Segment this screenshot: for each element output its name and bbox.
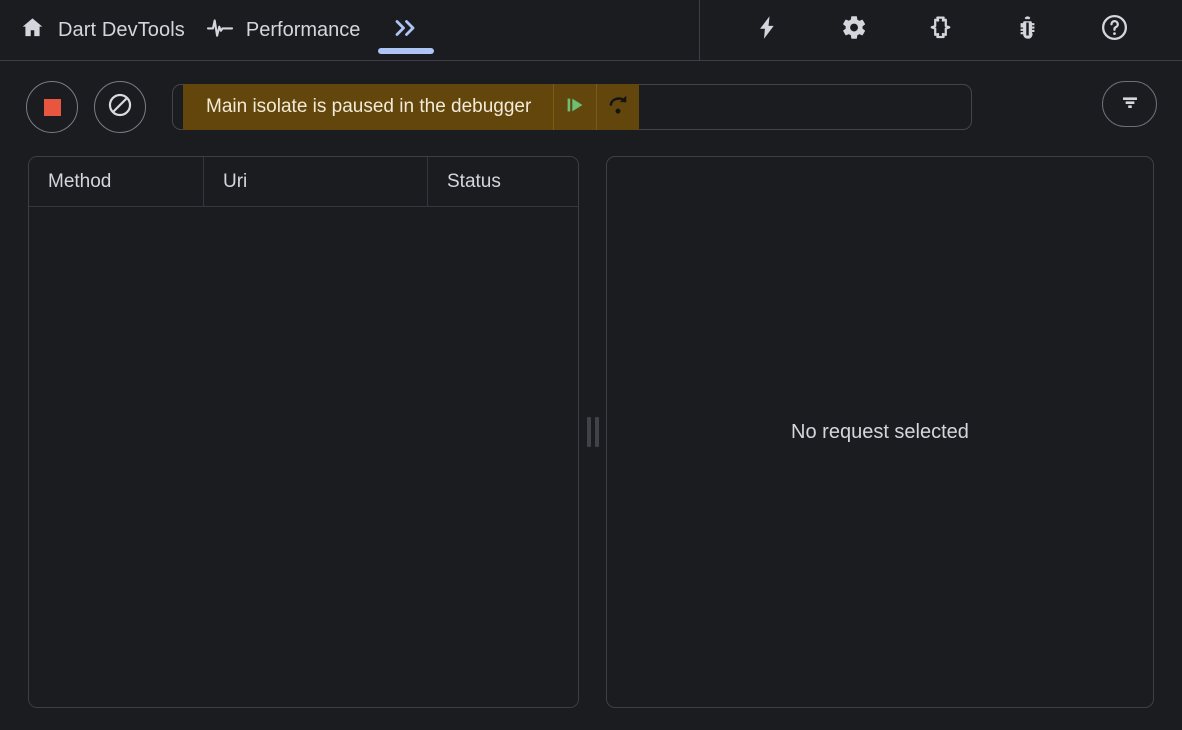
paused-banner: Main isolate is paused in the debugger bbox=[183, 84, 639, 130]
step-over-button[interactable] bbox=[597, 84, 639, 130]
requests-table-header: Method Uri Status bbox=[29, 157, 578, 207]
empty-state-message: No request selected bbox=[791, 421, 969, 444]
puzzle-piece-icon bbox=[927, 14, 954, 46]
bug-icon bbox=[1014, 14, 1041, 46]
lightning-bolt-icon bbox=[754, 14, 781, 46]
step-over-arrow-icon bbox=[605, 92, 631, 123]
tab-performance[interactable]: Performance bbox=[191, 0, 377, 60]
requests-table-body[interactable] bbox=[29, 207, 578, 707]
app-header: Dart DevTools Performance bbox=[0, 0, 1182, 61]
paused-banner-message: Main isolate is paused in the debugger bbox=[183, 96, 553, 118]
home-brand-button[interactable]: Dart DevTools bbox=[14, 0, 191, 60]
header-action-group bbox=[700, 0, 1182, 60]
network-toolbar: Main isolate is paused in the debugger bbox=[0, 61, 1182, 153]
block-circle-slash-icon bbox=[106, 91, 134, 124]
search-area: Main isolate is paused in the debugger bbox=[172, 84, 972, 130]
debug-button[interactable] bbox=[1005, 7, 1051, 53]
gear-icon bbox=[841, 14, 868, 46]
resume-play-icon bbox=[563, 93, 587, 122]
network-main-area: Method Uri Status No request selected bbox=[0, 153, 1182, 730]
tab-performance-label: Performance bbox=[246, 19, 361, 42]
help-button[interactable] bbox=[1092, 7, 1138, 53]
stop-square-icon bbox=[44, 99, 61, 116]
column-header-uri-label: Uri bbox=[223, 171, 247, 193]
header-nav-group: Dart DevTools Performance bbox=[0, 0, 700, 60]
active-tab-indicator bbox=[378, 48, 434, 54]
column-header-uri[interactable]: Uri bbox=[204, 157, 428, 206]
column-header-method-label: Method bbox=[48, 171, 111, 193]
clear-button[interactable] bbox=[94, 81, 146, 133]
app-title: Dart DevTools bbox=[58, 19, 185, 42]
splitter-grip-icon bbox=[587, 417, 599, 447]
filter-button[interactable] bbox=[1102, 81, 1157, 127]
extensions-button[interactable] bbox=[918, 7, 964, 53]
hot-reload-button[interactable] bbox=[744, 7, 790, 53]
column-header-method[interactable]: Method bbox=[29, 157, 204, 206]
more-tabs-button[interactable] bbox=[376, 0, 436, 60]
column-header-status[interactable]: Status bbox=[428, 157, 578, 206]
pulse-icon bbox=[207, 17, 233, 44]
filter-icon bbox=[1118, 90, 1142, 119]
settings-button[interactable] bbox=[831, 7, 877, 53]
stop-recording-button[interactable] bbox=[26, 81, 78, 133]
question-circle-icon bbox=[1100, 13, 1129, 47]
double-chevron-right-icon bbox=[392, 17, 420, 44]
column-header-status-label: Status bbox=[447, 171, 501, 193]
devtools-window: Dart DevTools Performance bbox=[0, 0, 1182, 730]
home-icon bbox=[20, 15, 45, 45]
requests-table-panel: Method Uri Status bbox=[28, 156, 579, 708]
panel-splitter[interactable] bbox=[583, 156, 603, 708]
resume-button[interactable] bbox=[554, 84, 596, 130]
request-details-panel: No request selected bbox=[606, 156, 1154, 708]
